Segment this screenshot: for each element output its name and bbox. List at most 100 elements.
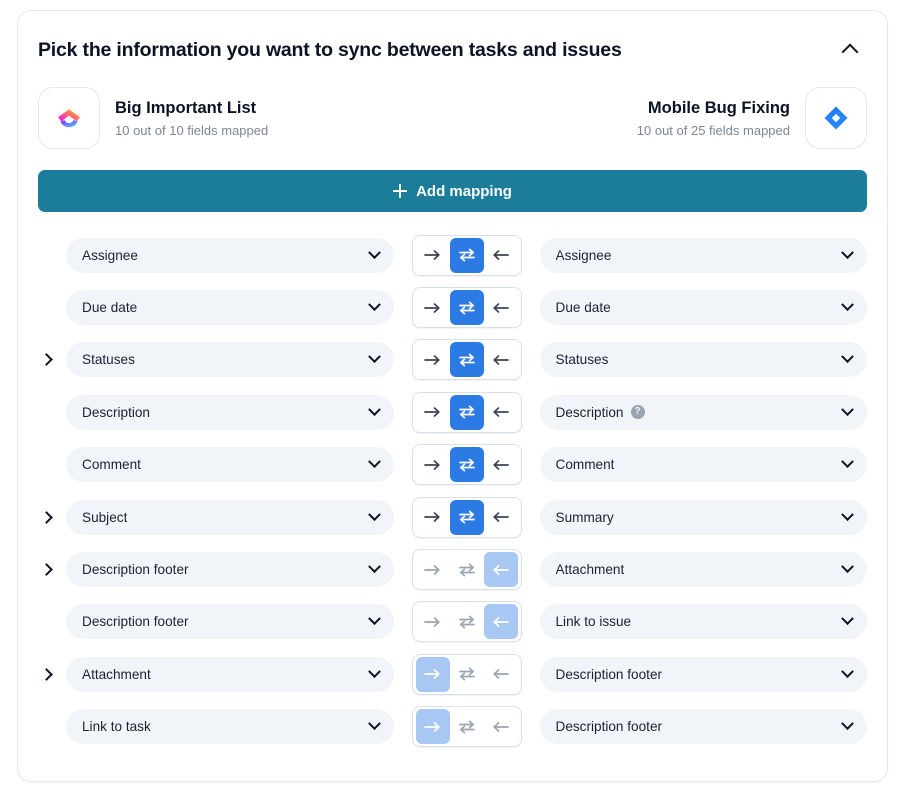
direction-right-button[interactable]: [416, 552, 450, 587]
direction-bidirectional-button[interactable]: [449, 447, 484, 483]
source-field-label: Comment: [82, 457, 141, 473]
direction-right-button[interactable]: [416, 500, 450, 535]
chevron-down-icon: [367, 507, 381, 521]
source-field-select[interactable]: Description footer: [66, 552, 394, 588]
direction-bidirectional-button[interactable]: [450, 604, 484, 639]
target-field-select[interactable]: Statuses: [539, 342, 867, 378]
source-field-label: Description: [82, 404, 150, 420]
chevron-down-icon: [841, 507, 854, 521]
arrow-left-icon: [492, 354, 509, 366]
direction-bidirectional-button[interactable]: [449, 290, 484, 326]
help-icon[interactable]: ?: [630, 405, 645, 420]
direction-bidirectional-button[interactable]: [450, 657, 484, 692]
arrow-left-icon: [492, 616, 509, 628]
arrow-right-icon: [424, 249, 441, 261]
arrow-bidirectional-icon: [458, 667, 476, 681]
direction-toggle-group: [411, 653, 522, 695]
chevron-right-icon: [39, 563, 53, 576]
arrow-right-icon: [424, 459, 441, 471]
chevron-down-icon: [841, 298, 854, 312]
target-field-select[interactable]: Comment: [539, 447, 867, 483]
direction-bidirectional-button[interactable]: [449, 237, 484, 273]
expand-row-button[interactable]: [28, 353, 66, 367]
direction-left-button[interactable]: [483, 604, 518, 640]
chevron-down-icon: [841, 612, 854, 626]
target-field-select[interactable]: Due date: [539, 290, 867, 326]
direction-right-button[interactable]: [416, 238, 450, 273]
target-field-select[interactable]: Link to issue: [539, 604, 867, 640]
direction-left-button[interactable]: [484, 238, 518, 273]
chevron-right-icon: [39, 510, 53, 524]
arrow-bidirectional-icon: [458, 615, 476, 629]
source-field-select[interactable]: Due date: [66, 290, 394, 326]
target-field-select[interactable]: Assignee: [539, 237, 867, 273]
expand-row-button[interactable]: [28, 667, 66, 681]
direction-control: [406, 601, 528, 643]
direction-right-button[interactable]: [416, 604, 450, 639]
arrow-right-icon: [424, 354, 441, 366]
chevron-down-icon: [841, 717, 854, 731]
source-field-select[interactable]: Attachment: [66, 656, 394, 692]
arrow-bidirectional-icon: [458, 458, 476, 472]
direction-right-button[interactable]: [416, 342, 450, 377]
chevron-down-icon: [841, 350, 854, 364]
arrow-bidirectional-icon: [458, 353, 476, 367]
source-field-select[interactable]: Description: [66, 394, 394, 430]
target-field-select[interactable]: Description footer: [539, 709, 867, 745]
direction-bidirectional-button[interactable]: [450, 552, 484, 587]
direction-left-button[interactable]: [484, 500, 518, 535]
direction-right-button[interactable]: [416, 290, 450, 325]
collapse-section-button[interactable]: [835, 35, 865, 65]
chevron-up-icon: [841, 43, 859, 61]
mapping-row: Subject Summary: [18, 491, 887, 543]
direction-right-button[interactable]: [415, 709, 450, 745]
expand-row-button[interactable]: [28, 563, 66, 576]
source-field-select[interactable]: Link to task: [66, 709, 394, 745]
source-app-fields-mapped: 10 out of 10 fields mapped: [115, 122, 269, 138]
expand-row-button[interactable]: [28, 510, 66, 524]
target-field-select[interactable]: Description footer: [539, 656, 867, 692]
arrow-right-icon: [424, 406, 441, 418]
mapping-row: Assignee Assignee: [18, 229, 887, 281]
arrow-left-icon: [492, 511, 509, 523]
source-field-select[interactable]: Statuses: [66, 342, 394, 378]
arrow-right-icon: [424, 511, 441, 523]
target-field-label: Description: [555, 404, 624, 420]
source-field-label: Description footer: [82, 562, 189, 578]
mapping-row: Description footer Link to issue: [18, 596, 887, 648]
target-field-select[interactable]: Summary: [539, 499, 867, 535]
direction-left-button[interactable]: [484, 657, 518, 692]
direction-toggle-group: [411, 391, 522, 433]
arrow-bidirectional-icon: [458, 720, 476, 734]
arrow-right-icon: [424, 721, 441, 733]
direction-right-button[interactable]: [416, 447, 450, 482]
arrow-right-icon: [424, 668, 441, 680]
card-header: Pick the information you want to sync be…: [18, 11, 887, 65]
direction-toggle-group: [411, 287, 522, 329]
mapping-row: Description Description?: [18, 386, 887, 438]
add-mapping-button[interactable]: Add mapping: [38, 170, 867, 212]
direction-left-button[interactable]: [484, 342, 518, 377]
direction-control: [406, 706, 528, 748]
source-field-select[interactable]: Comment: [66, 447, 394, 483]
source-field-select[interactable]: Description footer: [66, 604, 394, 640]
direction-bidirectional-button[interactable]: [449, 499, 484, 535]
direction-left-button[interactable]: [484, 447, 518, 482]
target-field-select[interactable]: Description?: [539, 394, 867, 430]
direction-left-button[interactable]: [484, 709, 518, 744]
arrow-left-icon: [492, 406, 509, 418]
direction-bidirectional-button[interactable]: [450, 709, 484, 744]
source-field-select[interactable]: Subject: [66, 499, 394, 535]
direction-right-button[interactable]: [416, 395, 450, 430]
direction-bidirectional-button[interactable]: [449, 342, 484, 378]
direction-left-button[interactable]: [483, 552, 518, 588]
direction-left-button[interactable]: [484, 290, 518, 325]
direction-right-button[interactable]: [415, 656, 450, 692]
source-field-select[interactable]: Assignee: [66, 237, 394, 273]
target-field-select[interactable]: Attachment: [539, 552, 867, 588]
direction-toggle-group: [411, 234, 522, 276]
direction-left-button[interactable]: [484, 395, 518, 430]
direction-bidirectional-button[interactable]: [449, 394, 484, 430]
field-mapping-card: Pick the information you want to sync be…: [17, 10, 888, 782]
arrow-left-icon: [492, 302, 509, 314]
